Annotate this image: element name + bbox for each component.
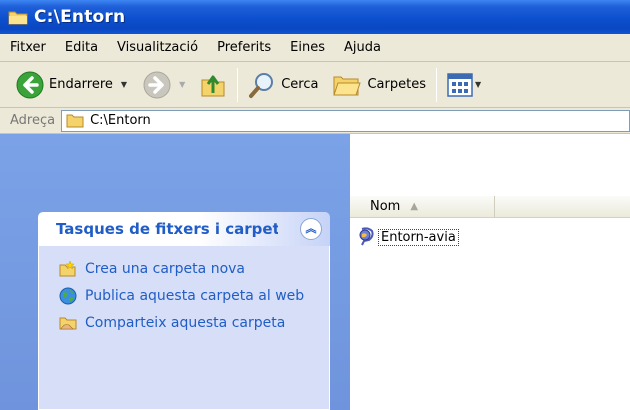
file-name: Entorn-avia	[378, 228, 459, 246]
share-folder-icon	[59, 317, 77, 330]
menu-visualitzacio[interactable]: Visualització	[117, 40, 198, 55]
folder-icon	[66, 114, 84, 128]
task-label: Publica aquesta carpeta al web	[85, 288, 305, 304]
collapse-chevron-icon[interactable]: ︽	[300, 218, 322, 240]
address-bar: Adreça C:\Entorn	[0, 108, 630, 134]
menu-preferits[interactable]: Preferits	[217, 40, 271, 55]
forward-button[interactable]: ▼	[143, 71, 185, 99]
back-label: Endarrere	[49, 77, 113, 92]
back-arrow-icon	[16, 71, 44, 98]
up-folder-icon	[201, 75, 225, 96]
new-folder-icon	[59, 260, 76, 277]
task-publish-web[interactable]: Publica aquesta carpeta al web	[59, 287, 315, 306]
up-folder-button[interactable]	[199, 71, 227, 99]
publish-web-icon	[59, 287, 77, 305]
task-share-folder[interactable]: Comparteix aquesta carpeta	[59, 314, 315, 333]
window-title: C:\Entorn	[34, 7, 126, 27]
task-label: Comparteix aquesta carpeta	[85, 315, 286, 331]
file-tasks-title: Tasques de fitxers i carpet	[56, 220, 278, 238]
dropdown-arrow-icon[interactable]: ▼	[475, 80, 481, 89]
folder-icon	[8, 11, 28, 25]
task-pane: Tasques de fitxers i carpet ︽ Crea una c…	[0, 134, 350, 410]
list-item[interactable]: Entorn-avia	[354, 226, 459, 248]
toolbar-separator	[435, 67, 437, 102]
search-icon	[249, 72, 274, 98]
file-list: Nom ▲ Entorn-avia	[350, 134, 630, 410]
task-new-folder[interactable]: Crea una carpeta nova	[59, 260, 315, 279]
folders-button[interactable]: Carpetes	[332, 71, 426, 99]
column-label: Nom	[370, 199, 401, 214]
views-button[interactable]: ▼	[447, 72, 481, 98]
menu-bar: Fitxer Edita Visualització Preferits Ein…	[0, 34, 630, 62]
dropdown-arrow-icon[interactable]: ▼	[179, 80, 185, 89]
dropdown-arrow-icon[interactable]: ▼	[121, 80, 127, 89]
column-header-nom[interactable]: Nom ▲	[350, 195, 495, 218]
folders-label: Carpetes	[367, 77, 426, 92]
toolbar-separator	[237, 67, 239, 102]
menu-fitxer[interactable]: Fitxer	[10, 40, 46, 55]
sort-ascending-icon: ▲	[410, 201, 419, 212]
toolbar: Endarrere ▼ ▼ Cerca Carpetes ▼	[0, 62, 630, 108]
views-icon	[447, 72, 473, 97]
menu-ajuda[interactable]: Ajuda	[344, 40, 381, 55]
menu-eines[interactable]: Eines	[290, 40, 325, 55]
file-tasks-header[interactable]: Tasques de fitxers i carpet ︽	[38, 212, 330, 246]
address-value: C:\Entorn	[90, 113, 151, 128]
file-tasks-panel: Crea una carpeta nova Publica aquesta ca…	[38, 246, 330, 410]
menu-edita[interactable]: Edita	[65, 40, 98, 55]
task-label: Crea una carpeta nova	[85, 261, 245, 277]
back-button[interactable]: Endarrere ▼	[16, 71, 127, 99]
search-label: Cerca	[281, 77, 319, 92]
folders-icon	[333, 76, 362, 95]
html-file-icon	[359, 227, 374, 246]
forward-arrow-icon	[143, 71, 171, 98]
search-button[interactable]: Cerca	[248, 71, 318, 99]
address-label: Adreça	[10, 113, 56, 128]
address-input[interactable]: C:\Entorn	[61, 109, 630, 132]
title-bar[interactable]: C:\Entorn	[0, 0, 630, 34]
column-header: Nom ▲	[350, 195, 630, 218]
